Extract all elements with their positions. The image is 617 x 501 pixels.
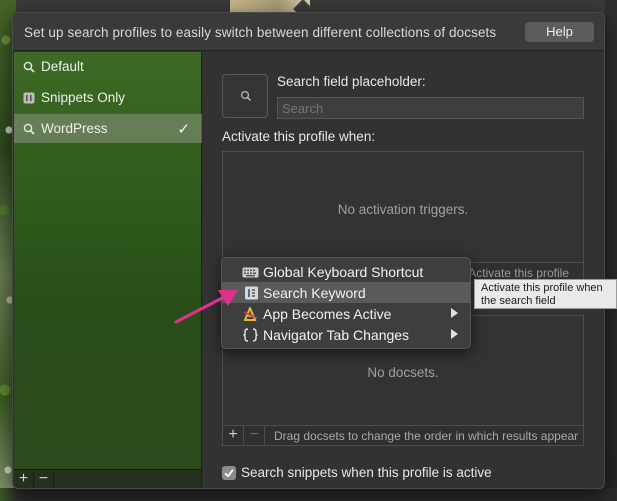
sidebar-footer: + − [14,469,202,488]
search-profiles-popover: Set up search profiles to easily switch … [12,12,605,489]
docsets-hint-text: Drag docsets to change the order in whic… [274,428,579,443]
desktop-background-bottom [0,488,617,501]
remove-profile-button[interactable]: − [34,469,54,488]
profile-icon-well[interactable] [222,74,268,118]
menu-item-label: App Becomes Active [263,305,392,322]
menu-item-label: Global Keyboard Shortcut [263,263,424,280]
docsets-footer: + − Drag docsets to change the order in … [223,425,583,445]
profiles-sidebar: Default Snippets Only WordPress ✓ + − [14,52,202,488]
menu-item-global-keyboard-shortcut[interactable]: Global Keyboard Shortcut [222,261,470,282]
search-snippets-checkbox[interactable] [222,465,236,480]
sidebar-item-label: Snippets Only [41,90,126,105]
menu-item-app-becomes-active[interactable]: App Becomes Active [222,303,470,324]
search-icon [23,123,35,135]
braces-icon [242,327,259,342]
add-profile-button[interactable]: + [14,469,34,488]
submenu-arrow-icon [451,308,458,318]
header-description: Set up search profiles to easily switch … [24,25,497,40]
submenu-arrow-icon [451,329,458,339]
search-icon [23,61,35,73]
sidebar-item-snippets-only[interactable]: Snippets Only [14,83,202,112]
search-keyword-tooltip: Activate this profile when the search fi… [474,279,617,309]
keyboard-icon [242,265,259,279]
help-button[interactable]: Help [525,22,594,42]
add-docset-button[interactable]: + [223,426,244,445]
sidebar-item-wordpress[interactable]: WordPress ✓ [14,114,202,143]
search-icon [240,90,252,102]
search-snippets-checkbox-row[interactable]: Search snippets when this profile is act… [222,465,492,480]
popover-header: Set up search profiles to easily switch … [13,13,604,51]
no-docsets-text: No docsets. [367,365,439,380]
checkmark-icon [224,468,234,477]
app-icon [242,304,259,321]
desktop-background-right [605,0,617,501]
menu-item-search-keyword[interactable]: Search Keyword [222,282,470,303]
search-snippets-label: Search snippets when this profile is act… [241,465,492,480]
activate-when-label: Activate this profile when: [222,129,376,144]
sidebar-item-label: WordPress [41,121,108,136]
keyword-icon [242,286,259,300]
annotation-arrow-icon [174,290,238,324]
sidebar-item-default[interactable]: Default [14,52,202,81]
menu-item-label: Navigator Tab Changes [263,326,410,343]
checkmark-icon: ✓ [177,121,190,138]
search-placeholder-input[interactable] [277,97,584,119]
menu-item-label: Search Keyword [263,284,366,301]
remove-docset-button[interactable]: − [244,426,265,445]
placeholder-field-label: Search field placeholder: [277,74,426,89]
add-trigger-menu: Global Keyboard Shortcut Search Keyword … [221,257,471,349]
menu-item-navigator-tab-changes[interactable]: Navigator Tab Changes [222,324,470,345]
triggers-hint-text: Activate this profile [468,266,569,280]
sidebar-item-label: Default [41,59,84,74]
snippet-icon [23,92,35,104]
no-triggers-text: No activation triggers. [337,202,469,217]
